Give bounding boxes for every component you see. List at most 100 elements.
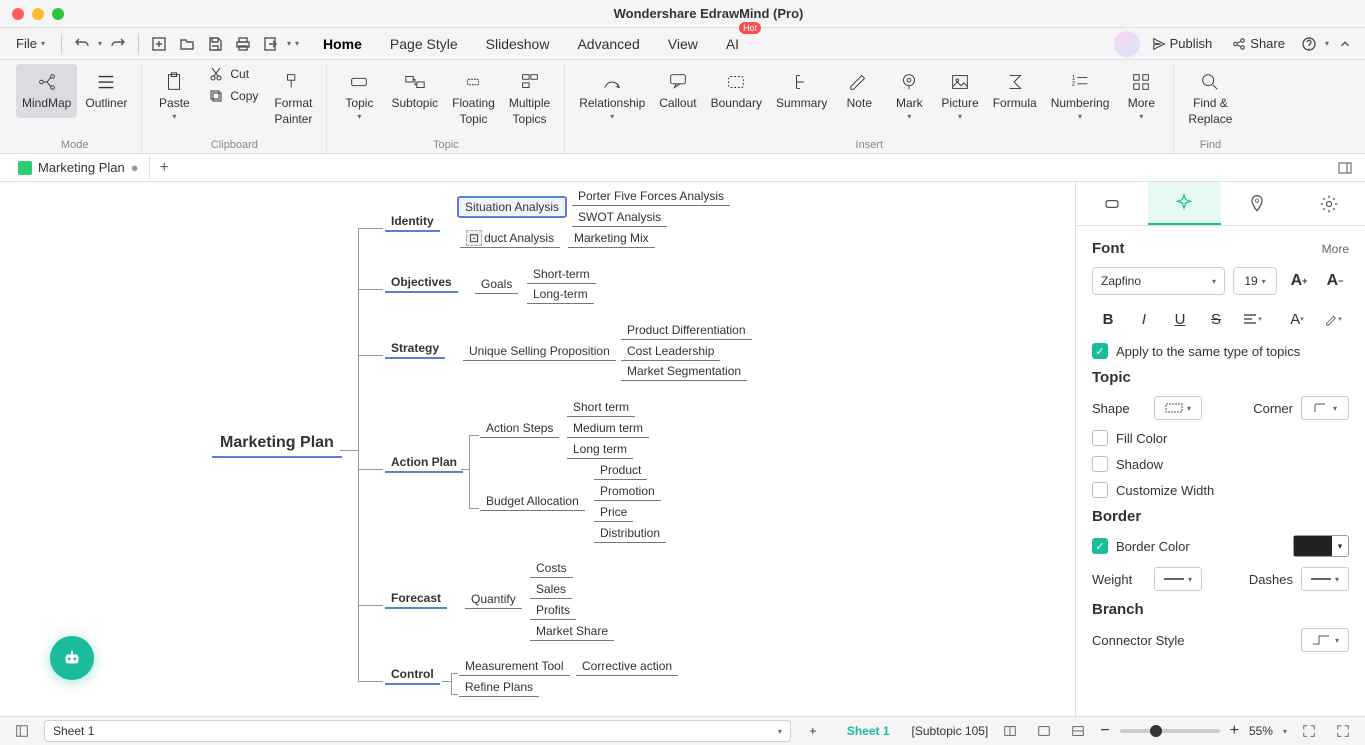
node-objectives[interactable]: Objectives	[385, 273, 458, 293]
help-button[interactable]	[1297, 32, 1321, 56]
tab-advanced[interactable]: Advanced	[573, 30, 643, 58]
node-distribution[interactable]: Distribution	[594, 524, 666, 543]
node-product[interactable]: Product	[594, 461, 647, 480]
maximize-window-button[interactable]	[52, 8, 64, 20]
underline-button[interactable]: U	[1164, 305, 1196, 333]
tab-view[interactable]: View	[664, 30, 702, 58]
new-button[interactable]	[147, 32, 171, 56]
close-window-button[interactable]	[12, 8, 24, 20]
shadow-checkbox[interactable]	[1092, 456, 1108, 472]
node-market-share[interactable]: Market Share	[530, 622, 614, 641]
minimize-window-button[interactable]	[32, 8, 44, 20]
node-root[interactable]: Marketing Plan	[212, 430, 342, 458]
print-button[interactable]	[231, 32, 255, 56]
node-long-term[interactable]: Long-term	[527, 285, 594, 304]
node-porter[interactable]: Porter Five Forces Analysis	[572, 187, 730, 206]
node-product-diff[interactable]: Product Differentiation	[621, 321, 752, 340]
multiple-topics-button[interactable]: Multiple Topics	[503, 64, 556, 133]
fit-to-screen-button[interactable]	[1297, 719, 1321, 743]
tab-slideshow[interactable]: Slideshow	[482, 30, 554, 58]
quick-access-dropdown[interactable]: ▾	[295, 39, 299, 48]
node-market-seg[interactable]: Market Segmentation	[621, 362, 747, 381]
sheet-tab-1[interactable]: Sheet 1	[835, 722, 902, 740]
node-medium-term[interactable]: Medium term	[567, 419, 649, 438]
node-situation-analysis[interactable]: Situation Analysis	[457, 196, 567, 218]
font-increase-button[interactable]: A+	[1285, 267, 1313, 295]
align-button[interactable]: ▾	[1236, 305, 1268, 333]
user-avatar[interactable]	[1114, 31, 1140, 57]
file-menu[interactable]: File ▾	[8, 32, 53, 55]
strike-button[interactable]: S	[1200, 305, 1232, 333]
collapse-ribbon-button[interactable]	[1333, 32, 1357, 56]
canvas[interactable]: Marketing Plan Identity Situation Analys…	[0, 182, 1075, 716]
border-color-swatch[interactable]: ▾	[1293, 535, 1349, 557]
italic-button[interactable]: I	[1128, 305, 1160, 333]
node-marketing-mix[interactable]: Marketing Mix	[568, 229, 655, 248]
picture-button[interactable]: Picture▾	[935, 64, 984, 128]
weight-select[interactable]: ▾	[1154, 567, 1202, 591]
font-decrease-button[interactable]: A−	[1321, 267, 1349, 295]
paste-button[interactable]: Paste▾	[150, 64, 198, 128]
view-mode-1[interactable]	[998, 719, 1022, 743]
tab-ai[interactable]: AIHot	[722, 30, 743, 58]
publish-button[interactable]: Publish	[1144, 32, 1221, 55]
copy-button[interactable]: Copy	[200, 86, 266, 106]
add-sheet-button[interactable]: +	[801, 719, 825, 743]
fullscreen-button[interactable]	[1331, 719, 1355, 743]
export-dropdown[interactable]: ▾	[287, 39, 291, 48]
view-mode-3[interactable]	[1066, 719, 1090, 743]
bold-button[interactable]: B	[1092, 305, 1124, 333]
zoom-slider[interactable]	[1120, 729, 1220, 733]
tab-home[interactable]: Home	[319, 30, 366, 58]
outliner-mode-button[interactable]: Outliner	[79, 64, 133, 118]
undo-history-dropdown[interactable]: ▾	[98, 39, 102, 48]
mindmap-mode-button[interactable]: MindMap	[16, 64, 77, 118]
numbering-button[interactable]: 12Numbering▾	[1045, 64, 1116, 128]
format-painter-button[interactable]: Format Painter	[268, 64, 318, 133]
formula-button[interactable]: Formula	[987, 64, 1043, 118]
font-family-select[interactable]: Zapfino▾	[1092, 267, 1225, 295]
node-budget-alloc[interactable]: Budget Allocation	[480, 492, 585, 511]
panel-toggle-button[interactable]	[1333, 156, 1357, 180]
note-button[interactable]: Note	[835, 64, 883, 118]
node-usp[interactable]: Unique Selling Proposition	[463, 342, 616, 361]
node-quantify[interactable]: Quantify	[465, 590, 522, 609]
shape-select[interactable]: ▾	[1154, 396, 1202, 420]
more-insert-button[interactable]: More▾	[1117, 64, 1165, 128]
zoom-out-button[interactable]: −	[1100, 722, 1109, 740]
border-color-checkbox[interactable]: ✓	[1092, 538, 1108, 554]
outline-toggle-button[interactable]	[10, 719, 34, 743]
mark-button[interactable]: Mark▾	[885, 64, 933, 128]
subtopic-button[interactable]: Subtopic	[385, 64, 444, 118]
node-product-analysis[interactable]: ⊡duct Analysis	[460, 229, 560, 248]
open-button[interactable]	[175, 32, 199, 56]
node-long-term2[interactable]: Long term	[567, 440, 633, 459]
node-measurement[interactable]: Measurement Tool	[459, 657, 570, 676]
highlight-button[interactable]: ▾	[1317, 305, 1349, 333]
zoom-dropdown[interactable]: ▾	[1283, 727, 1287, 736]
relationship-button[interactable]: Relationship▾	[573, 64, 651, 128]
zoom-thumb[interactable]	[1150, 725, 1162, 737]
node-promotion[interactable]: Promotion	[594, 482, 661, 501]
view-mode-2[interactable]	[1032, 719, 1056, 743]
dashes-select[interactable]: ▾	[1301, 567, 1349, 591]
document-tab[interactable]: Marketing Plan ●	[8, 156, 150, 179]
corner-select[interactable]: ▾	[1301, 396, 1349, 420]
node-goals[interactable]: Goals	[475, 275, 518, 294]
node-corrective[interactable]: Corrective action	[576, 657, 678, 676]
apply-same-checkbox[interactable]: ✓	[1092, 343, 1108, 359]
share-button[interactable]: Share	[1224, 32, 1293, 55]
node-identity[interactable]: Identity	[385, 212, 440, 232]
add-tab-button[interactable]: +	[150, 155, 179, 181]
sp-tab-map[interactable]	[1221, 182, 1293, 225]
font-size-input[interactable]: 19 ▾	[1233, 267, 1277, 295]
node-short-term2[interactable]: Short term	[567, 398, 635, 417]
node-action-steps[interactable]: Action Steps	[480, 419, 559, 438]
node-costs[interactable]: Costs	[530, 559, 573, 578]
zoom-in-button[interactable]: +	[1230, 722, 1239, 740]
node-action-plan[interactable]: Action Plan	[385, 453, 463, 473]
collapse-icon[interactable]: ⊡	[466, 230, 482, 246]
sheet-selector[interactable]: Sheet 1▾	[44, 720, 791, 742]
export-button[interactable]	[259, 32, 283, 56]
sp-tab-style[interactable]	[1076, 182, 1148, 225]
